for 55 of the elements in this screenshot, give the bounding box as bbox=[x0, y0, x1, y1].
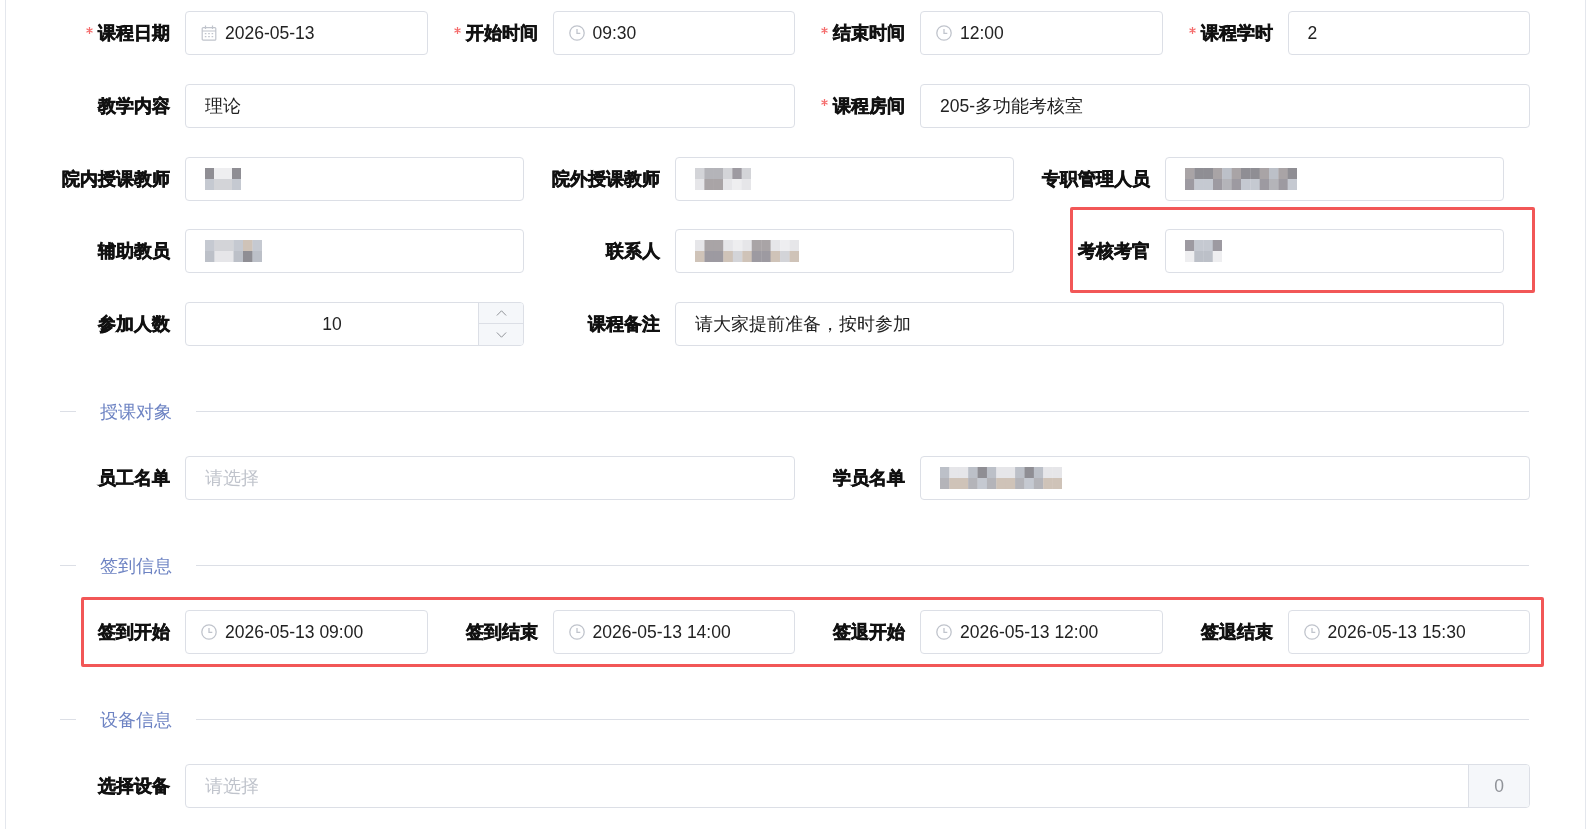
field-label: 参加人数 bbox=[98, 313, 170, 336]
clock-icon bbox=[1303, 624, 1320, 640]
item-count: 0 bbox=[1468, 765, 1529, 807]
field-label: 辅助教员 bbox=[98, 240, 170, 264]
field-label: 课程房间 bbox=[833, 94, 905, 118]
increment-button[interactable] bbox=[479, 303, 523, 324]
calendar-icon bbox=[201, 25, 217, 41]
text-input[interactable] bbox=[185, 156, 524, 201]
field-label: 开始时间 bbox=[465, 22, 538, 45]
clock-icon bbox=[201, 624, 217, 640]
field-label: 签到开始 bbox=[98, 621, 170, 644]
field-label: 专职管理人员 bbox=[1042, 167, 1150, 191]
field-label: 联系人 bbox=[606, 240, 660, 264]
field-label: 考核考官 bbox=[1078, 240, 1150, 264]
field-label: 签到结束 bbox=[465, 621, 538, 644]
field-label: 课程备注 bbox=[588, 313, 660, 336]
datetime-picker[interactable]: 2026-05-13 14:00 bbox=[552, 610, 795, 654]
text-input[interactable] bbox=[1165, 156, 1504, 201]
text-input[interactable]: 205-多功能考核室 bbox=[920, 83, 1530, 128]
clock-icon bbox=[936, 25, 952, 41]
field-label: 教学内容 bbox=[98, 94, 170, 118]
field-label: 签退结束 bbox=[1200, 621, 1273, 644]
field-label: 院内授课教师 bbox=[62, 167, 170, 191]
text-input[interactable]: 2 bbox=[1287, 11, 1530, 55]
text-input[interactable] bbox=[1165, 229, 1504, 274]
section-title: 签到信息 bbox=[100, 554, 172, 578]
section-title: 设备信息 bbox=[100, 708, 172, 732]
field-label: 签退开始 bbox=[833, 621, 905, 644]
datetime-picker[interactable]: 2026-05-13 15:30 bbox=[1287, 610, 1530, 654]
datetime-picker[interactable]: 2026-05-13 12:00 bbox=[920, 610, 1163, 654]
time-picker[interactable]: 09:30 bbox=[552, 11, 795, 55]
text-input[interactable]: 理论 bbox=[185, 83, 795, 128]
field-label: 院外授课教师 bbox=[552, 167, 660, 191]
field-label: 课程学时 bbox=[1200, 22, 1273, 45]
chevron-up-icon bbox=[495, 310, 507, 316]
text-input[interactable] bbox=[675, 156, 1014, 201]
text-input[interactable]: 请大家提前准备，按时参加 bbox=[675, 302, 1504, 346]
select-input[interactable] bbox=[920, 456, 1530, 500]
field-label: 课程日期 bbox=[98, 22, 170, 45]
field-label: 结束时间 bbox=[833, 22, 905, 45]
datetime-picker[interactable]: 2026-05-13 09:00 bbox=[185, 610, 428, 654]
section-title: 授课对象 bbox=[100, 400, 172, 424]
clock-icon bbox=[568, 624, 585, 640]
field-label: 学员名单 bbox=[833, 467, 905, 490]
number-input[interactable]: 10 bbox=[185, 302, 524, 346]
time-picker[interactable]: 12:00 bbox=[920, 11, 1163, 55]
text-input[interactable] bbox=[675, 229, 1014, 274]
decrement-button[interactable] bbox=[479, 324, 523, 345]
field-label: 员工名单 bbox=[98, 467, 170, 490]
text-input[interactable] bbox=[185, 229, 524, 274]
clock-icon bbox=[936, 624, 952, 640]
clock-icon bbox=[568, 25, 585, 41]
field-label: 选择设备 bbox=[98, 775, 170, 798]
date-picker[interactable]: 2026-05-13 bbox=[185, 11, 428, 55]
chevron-down-icon bbox=[495, 331, 507, 338]
